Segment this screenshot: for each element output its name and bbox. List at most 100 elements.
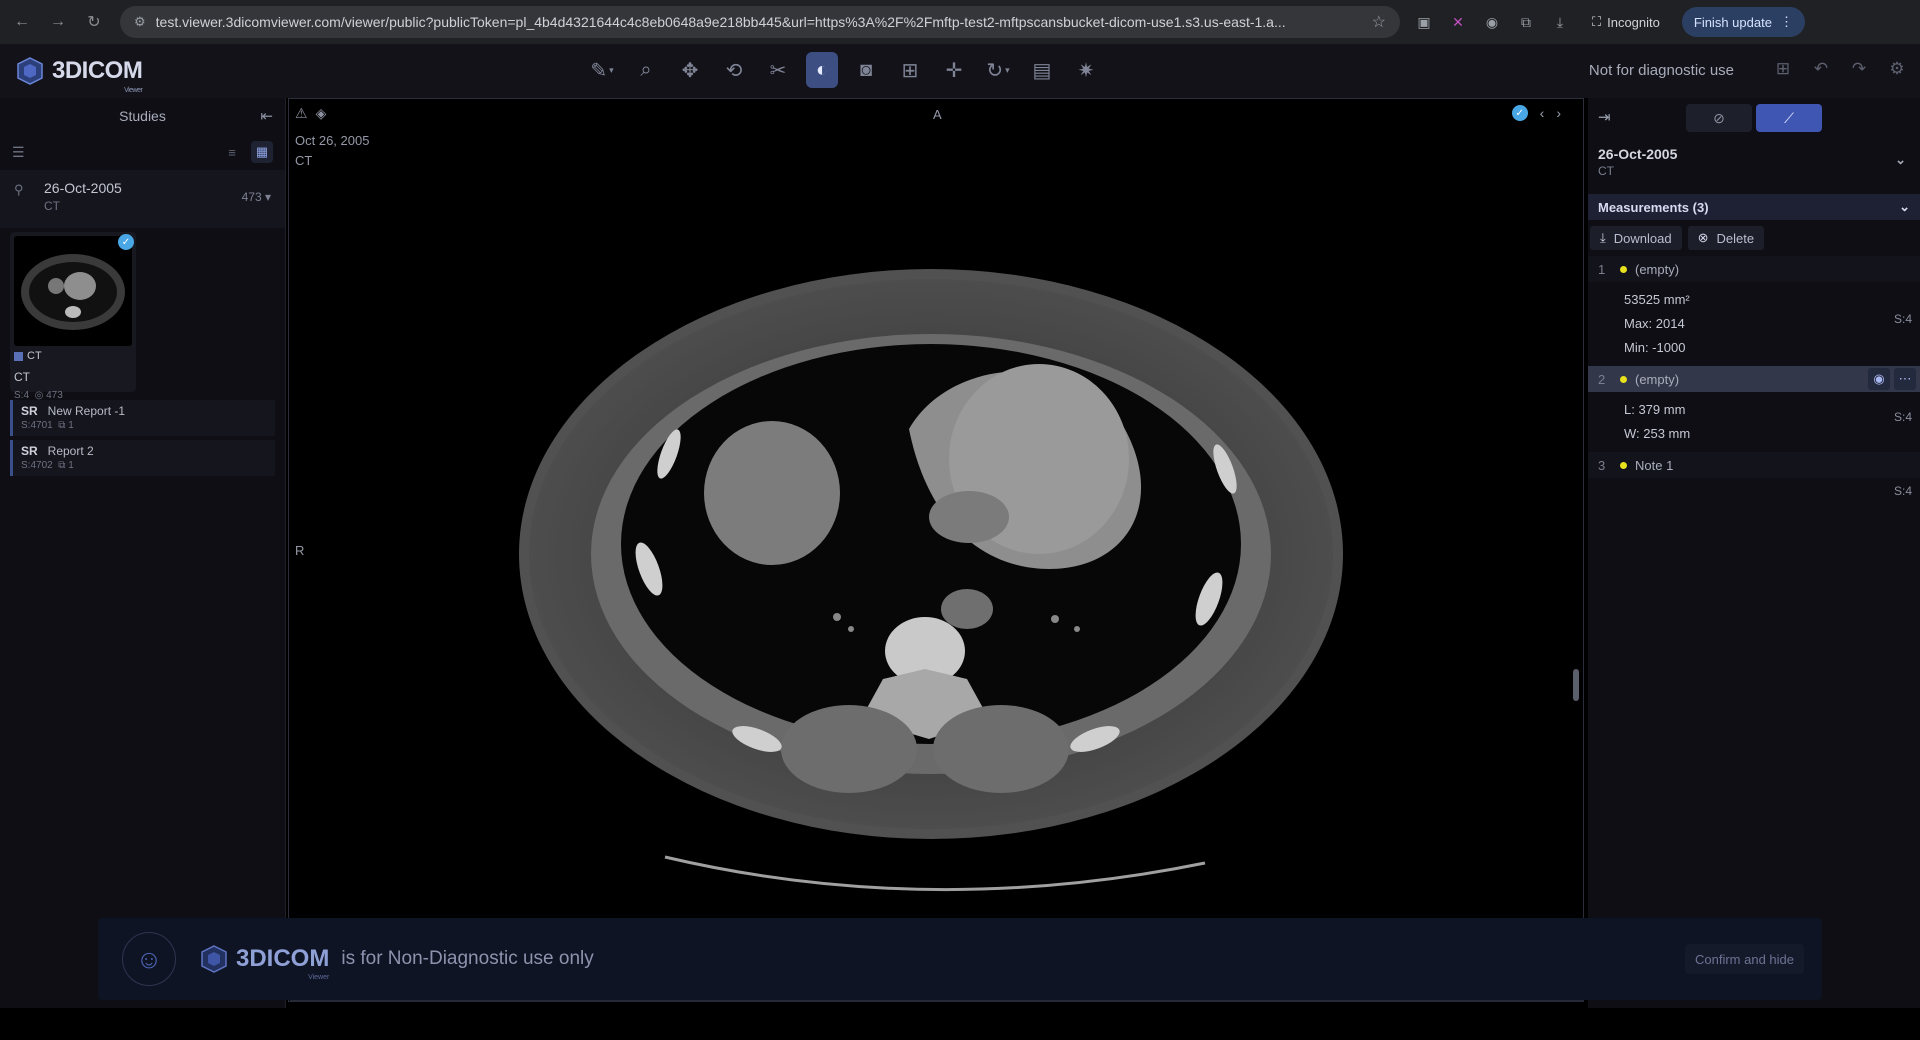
- selected-check-icon: ✓: [118, 234, 134, 250]
- delete-button[interactable]: ⊗ Delete: [1687, 226, 1765, 250]
- panel-study-header[interactable]: 26-Oct-2005 ⌄: [1588, 138, 1920, 167]
- series-meta: S:4 ◎ 473: [14, 390, 63, 401]
- copy-icon: ⧉: [58, 420, 66, 431]
- layout-grid-icon: ⊞: [901, 59, 919, 82]
- panel-study-date: 26-Oct-2005: [1598, 146, 1678, 162]
- bookmark-star-icon[interactable]: ☆: [1372, 12, 1386, 32]
- extensions-puzzle-icon[interactable]: ⧉: [1516, 12, 1536, 32]
- app-toolbar: 3DICOM Viewer ✎ ▾ ⌕ ✥ ⟲ ✂ ◐ ◙ ⊞ ✛ ↻ ▾ ▤ ✷ N…: [0, 44, 1920, 98]
- undo-icon[interactable]: ↶: [1810, 58, 1832, 80]
- scissors-icon: ✂: [769, 59, 787, 82]
- move-arrows-icon: ✥: [681, 59, 699, 82]
- panel-study-modality: CT: [1598, 164, 1614, 178]
- layout-tool-button[interactable]: ⊞: [894, 52, 926, 88]
- study-image-count[interactable]: 473 ▾: [242, 190, 271, 204]
- measurement-series: S:4: [1893, 312, 1912, 326]
- chevron-down-icon[interactable]: ⌄: [1899, 199, 1910, 215]
- redo-icon[interactable]: ↷: [1848, 58, 1870, 80]
- measurement-item[interactable]: 3 Note 1 S:4: [1588, 452, 1920, 504]
- report-icon: ▤: [1032, 59, 1052, 82]
- series-thumbnail[interactable]: ✓ CT CT S:4 ◎ 473: [10, 232, 136, 401]
- zoom-tool-button[interactable]: ⌕: [630, 52, 662, 88]
- segmentation-tab[interactable]: ⊘: [1686, 104, 1752, 132]
- measure-line-icon: ⟋: [1784, 109, 1794, 126]
- report-name: New Report -1: [47, 404, 126, 418]
- download-button[interactable]: ⤓ Download: [1590, 226, 1682, 250]
- user-avatar-icon: ☺: [122, 932, 176, 986]
- series-thumbnail-image: [14, 236, 132, 346]
- measurement-label: (empty): [1635, 261, 1680, 277]
- finish-update-button[interactable]: Finish update ⋮: [1681, 7, 1805, 37]
- measurement-number: 1: [1598, 261, 1606, 277]
- address-bar[interactable]: ⚙ test.viewer.3dicomviewer.com/viewer/pu…: [120, 6, 1400, 38]
- reset-tool-button[interactable]: ↻ ▾: [982, 52, 1014, 88]
- crosshair-tool-button[interactable]: ✛: [938, 52, 970, 88]
- password-extension-icon[interactable]: ◉: [1482, 12, 1502, 32]
- more-horizontal-icon[interactable]: ⋯: [1894, 368, 1916, 390]
- url-text[interactable]: test.viewer.3dicomviewer.com/viewer/publ…: [156, 14, 1372, 30]
- report-item[interactable]: SR Report 2 S:4702 ⧉ 1: [10, 440, 275, 476]
- grid-layout-icon[interactable]: ⊞: [1772, 58, 1794, 80]
- measurement-item[interactable]: 2 (empty) ◉ ⋯ L: 379 mm W: 253 mm S:4: [1588, 366, 1920, 452]
- forward-icon[interactable]: →: [44, 8, 72, 36]
- measurements-header[interactable]: Measurements (3) ⌄: [1588, 194, 1920, 220]
- study-date: 26-Oct-2005: [44, 180, 122, 196]
- logo-wordmark: 3DICOM Viewer: [52, 57, 143, 94]
- pin-icon[interactable]: ⚲: [14, 182, 24, 198]
- not-for-diagnostic-label: Not for diagnostic use: [1588, 62, 1734, 79]
- incognito-label: Incognito: [1607, 14, 1660, 30]
- eye-icon[interactable]: ◉: [1868, 368, 1890, 390]
- magic-tool-button[interactable]: ✷: [1070, 52, 1102, 88]
- incognito-indicator[interactable]: ⛶ Incognito: [1584, 14, 1668, 30]
- settings-gear-icon[interactable]: ⚙: [1886, 58, 1908, 80]
- incognito-icon: ⛶: [1592, 14, 1602, 29]
- modality-tag: CT: [27, 350, 42, 362]
- back-icon[interactable]: ←: [8, 8, 36, 36]
- magic-wand-icon: ✷: [1077, 59, 1095, 82]
- modality-color-tag: [14, 351, 23, 361]
- measurement-item[interactable]: 1 (empty) 53525 mm² Max: 2014 Min: -1000…: [1588, 256, 1920, 366]
- copy-icon: ⧉: [58, 460, 66, 471]
- filter-sliders-icon[interactable]: ☰: [12, 144, 25, 161]
- measurement-label: (empty): [1635, 371, 1680, 387]
- study-item[interactable]: ⚲ 26-Oct-2005 CT 473 ▾: [0, 170, 285, 228]
- report-tool-button[interactable]: ▤: [1026, 52, 1058, 88]
- measurement-area: 53525 mm²: [1624, 292, 1690, 307]
- measurement-color-dot: [1620, 265, 1627, 273]
- ruler-icon: ✎: [590, 59, 608, 82]
- scissors-tool-button[interactable]: ✂: [762, 52, 794, 88]
- report-item[interactable]: SR New Report -1 S:4701 ⧉ 1: [10, 400, 275, 436]
- finish-update-label: Finish update: [1693, 14, 1772, 30]
- download-icon[interactable]: ⤓: [1550, 12, 1570, 32]
- report-meta: S:4701 ⧉ 1: [21, 420, 74, 431]
- chevron-down-icon[interactable]: ⌄: [1895, 152, 1906, 168]
- banner-logo: 3DICOM Viewer: [198, 943, 329, 981]
- contour-tool-button[interactable]: ◐: [806, 52, 838, 88]
- camera-extension-icon[interactable]: ▣: [1414, 12, 1434, 32]
- measurement-label: Note 1: [1635, 457, 1674, 473]
- measurements-tab[interactable]: ⟋: [1756, 104, 1822, 132]
- pan-tool-button[interactable]: ✥: [674, 52, 706, 88]
- report-type: SR: [21, 404, 38, 418]
- image-viewport[interactable]: ⚠ ◈ Oct 26, 2005 CT A R ✓ ‹ ›: [288, 98, 1584, 1002]
- series-label: CT: [14, 370, 30, 384]
- collapse-panel-icon[interactable]: ⇤: [260, 107, 273, 125]
- browser-toolbar: ← → ↻ ⚙ test.viewer.3dicomviewer.com/vie…: [0, 0, 1920, 44]
- expand-panel-icon[interactable]: ⇥: [1598, 108, 1611, 126]
- ruler-tool-button[interactable]: ✎ ▾: [586, 52, 618, 88]
- grid-view-icon[interactable]: ▦: [251, 141, 273, 163]
- extension-icon[interactable]: ✕: [1448, 12, 1468, 32]
- list-view-icon[interactable]: ≡: [221, 141, 243, 163]
- camera-icon: ◙: [859, 58, 873, 81]
- delete-x-icon: ⊗: [1697, 230, 1709, 245]
- rotate3d-tool-button[interactable]: ⟲: [718, 52, 750, 88]
- reload-icon[interactable]: ↻: [80, 8, 108, 36]
- confirm-and-hide-button[interactable]: Confirm and hide: [1685, 944, 1804, 974]
- ct-scan-image: [519, 269, 1343, 892]
- logo-cube-icon: [201, 945, 227, 973]
- site-info-icon[interactable]: ⚙: [134, 14, 146, 30]
- viewport-scrollbar[interactable]: [1573, 669, 1579, 701]
- screenshot-tool-button[interactable]: ◙: [850, 52, 882, 88]
- measurement-number: 3: [1598, 457, 1606, 473]
- viewport-bottom-border: [290, 1000, 1584, 1002]
